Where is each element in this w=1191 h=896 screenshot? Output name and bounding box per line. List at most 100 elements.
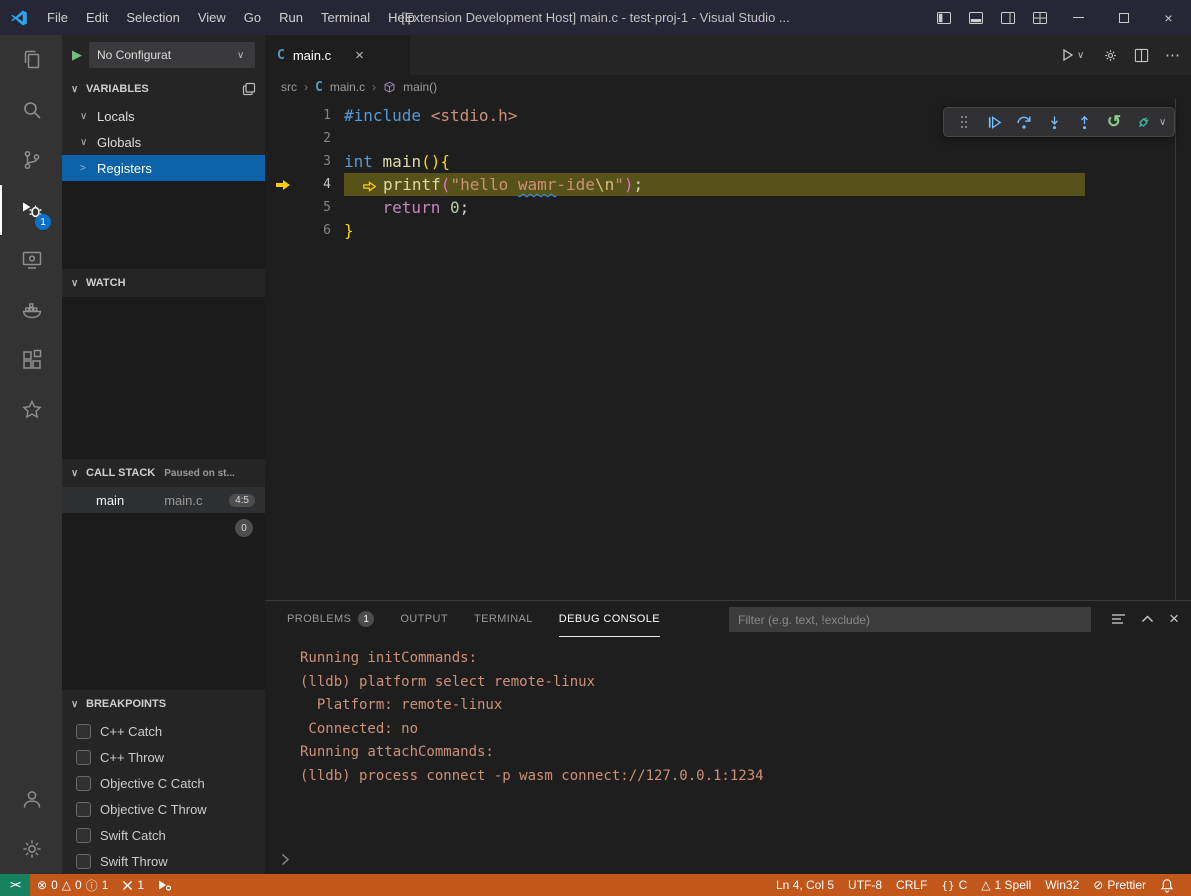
chevron-down-icon[interactable]: ∨ bbox=[1159, 117, 1169, 128]
customize-layout-icon[interactable] bbox=[1024, 10, 1056, 26]
watch-section-header[interactable]: ∨ WATCH bbox=[62, 269, 265, 297]
menu-go[interactable]: Go bbox=[235, 0, 270, 35]
breakpoint-row[interactable]: Objective C Throw bbox=[62, 796, 265, 822]
tab-problems[interactable]: PROBLEMS1 bbox=[287, 601, 374, 637]
close-button[interactable]: × bbox=[1146, 0, 1191, 35]
remote-indicator[interactable]: >< bbox=[0, 874, 30, 896]
breakpoint-gutter[interactable] bbox=[265, 219, 301, 242]
checkbox[interactable] bbox=[76, 828, 91, 843]
variables-item-locals[interactable]: ∨Locals bbox=[62, 103, 265, 129]
maximize-button[interactable] bbox=[1101, 0, 1146, 35]
breakpoint-row[interactable]: C++ Throw bbox=[62, 744, 265, 770]
encoding-indicator[interactable]: UTF-8 bbox=[841, 874, 889, 896]
menu-terminal[interactable]: Terminal bbox=[312, 0, 379, 35]
execution-pointer-icon[interactable] bbox=[265, 173, 301, 196]
line-number[interactable]: 4 bbox=[301, 173, 331, 196]
line-number[interactable]: 1 bbox=[301, 104, 331, 127]
menu-edit[interactable]: Edit bbox=[77, 0, 117, 35]
gear-icon[interactable] bbox=[1103, 48, 1118, 63]
breakpoint-row[interactable]: Swift Catch bbox=[62, 822, 265, 848]
menu-view[interactable]: View bbox=[189, 0, 235, 35]
step-into-button[interactable] bbox=[1039, 109, 1069, 135]
scrollbar[interactable] bbox=[1175, 99, 1176, 600]
breakpoints-section-header[interactable]: ∨ BREAKPOINTS bbox=[62, 690, 265, 718]
formatter-indicator[interactable]: ⊘Prettier bbox=[1086, 874, 1153, 896]
eol-indicator[interactable]: CRLF bbox=[889, 874, 934, 896]
toggle-panel-icon[interactable] bbox=[960, 10, 992, 26]
more-actions-icon[interactable]: ⋯ bbox=[1165, 46, 1181, 64]
console-input-prompt[interactable] bbox=[281, 853, 290, 866]
output-lines-icon[interactable] bbox=[1111, 613, 1126, 625]
breakpoint-gutter[interactable] bbox=[265, 127, 301, 150]
checkbox[interactable] bbox=[76, 854, 91, 869]
call-stack-frame[interactable]: main main.c 4:5 bbox=[62, 487, 265, 513]
variables-item-registers[interactable]: >Registers bbox=[62, 155, 265, 181]
explorer-icon[interactable] bbox=[0, 35, 62, 85]
restart-button[interactable]: ↺ bbox=[1099, 109, 1129, 135]
cursor-position[interactable]: Ln 4, Col 5 bbox=[769, 874, 841, 896]
checkbox[interactable] bbox=[76, 750, 91, 765]
breakpoint-gutter[interactable] bbox=[265, 104, 301, 127]
maximize-panel-icon[interactable] bbox=[1141, 615, 1154, 623]
code-line[interactable]: 5 return 0; bbox=[265, 196, 1191, 219]
notifications-bell-icon[interactable] bbox=[1153, 874, 1181, 896]
language-indicator[interactable]: {}C bbox=[934, 874, 974, 896]
tab-terminal[interactable]: TERMINAL bbox=[474, 601, 533, 637]
menu-file[interactable]: File bbox=[38, 0, 77, 35]
toggle-secondary-sidebar-icon[interactable] bbox=[992, 10, 1024, 26]
menu-run[interactable]: Run bbox=[270, 0, 312, 35]
checkbox[interactable] bbox=[76, 802, 91, 817]
tab-main-c[interactable]: C main.c × bbox=[265, 35, 410, 75]
breakpoint-gutter[interactable] bbox=[265, 196, 301, 219]
platform-indicator[interactable]: Win32 bbox=[1038, 874, 1086, 896]
toggle-sidebar-icon[interactable] bbox=[928, 10, 960, 26]
line-number[interactable]: 5 bbox=[301, 196, 331, 219]
checkbox[interactable] bbox=[76, 776, 91, 791]
run-or-debug-button[interactable]: ∨ bbox=[1061, 48, 1087, 62]
run-and-debug-icon[interactable]: 1 bbox=[0, 185, 62, 235]
breadcrumb-file[interactable]: main.c bbox=[330, 80, 365, 94]
settings-gear-icon[interactable] bbox=[0, 824, 62, 874]
breakpoint-row[interactable]: C++ Catch bbox=[62, 718, 265, 744]
breakpoint-gutter[interactable] bbox=[265, 150, 301, 173]
problems-indicator[interactable]: ⊗0 △0 ⓘ1 bbox=[30, 874, 115, 896]
continue-button[interactable] bbox=[979, 109, 1009, 135]
split-editor-icon[interactable] bbox=[1134, 48, 1149, 63]
code-editor[interactable]: ↺ ∨ 1 #include <stdio.h> 2 3 i bbox=[265, 99, 1191, 600]
variables-section-header[interactable]: ∨ VARIABLES bbox=[62, 75, 265, 103]
step-over-button[interactable] bbox=[1009, 109, 1039, 135]
breakpoint-row[interactable]: Objective C Catch bbox=[62, 770, 265, 796]
code-line-current[interactable]: 4 printf("hello wamr-ide\n"); bbox=[265, 173, 1191, 196]
drag-grip-icon[interactable] bbox=[949, 109, 979, 135]
breadcrumb-folder[interactable]: src bbox=[281, 80, 297, 94]
variables-item-globals[interactable]: ∨Globals bbox=[62, 129, 265, 155]
tab-output[interactable]: OUTPUT bbox=[400, 601, 448, 637]
step-out-button[interactable] bbox=[1069, 109, 1099, 135]
tasks-indicator[interactable]: 1 bbox=[115, 874, 151, 896]
minimize-button[interactable] bbox=[1056, 0, 1101, 35]
extensions-icon[interactable] bbox=[0, 335, 62, 385]
tab-debug-console[interactable]: DEBUG CONSOLE bbox=[559, 601, 660, 637]
line-number[interactable]: 3 bbox=[301, 150, 331, 173]
breakpoint-row[interactable]: Swift Throw bbox=[62, 848, 265, 874]
variables-panes-icon[interactable] bbox=[242, 82, 256, 96]
breadcrumb-symbol[interactable]: main() bbox=[403, 80, 437, 94]
close-panel-icon[interactable]: × bbox=[1169, 609, 1179, 629]
docker-icon[interactable] bbox=[0, 285, 62, 335]
line-number[interactable]: 2 bbox=[301, 127, 331, 150]
code-line[interactable]: 3 int main(){ bbox=[265, 150, 1191, 173]
menu-selection[interactable]: Selection bbox=[117, 0, 188, 35]
close-tab-icon[interactable]: × bbox=[355, 47, 364, 64]
checkbox[interactable] bbox=[76, 724, 91, 739]
remote-explorer-icon[interactable] bbox=[0, 235, 62, 285]
console-filter-input[interactable] bbox=[729, 607, 1091, 632]
disconnect-button[interactable] bbox=[1129, 109, 1159, 135]
start-debugging-icon[interactable]: ▶ bbox=[72, 47, 82, 63]
accounts-icon[interactable] bbox=[0, 774, 62, 824]
code-line[interactable]: 6 } bbox=[265, 219, 1191, 242]
spell-checker-indicator[interactable]: △1 Spell bbox=[974, 874, 1038, 896]
line-number[interactable]: 6 bbox=[301, 219, 331, 242]
source-control-icon[interactable] bbox=[0, 135, 62, 185]
call-stack-section-header[interactable]: ∨ CALL STACK Paused on st... bbox=[62, 459, 265, 487]
debug-status-indicator[interactable] bbox=[151, 874, 178, 896]
